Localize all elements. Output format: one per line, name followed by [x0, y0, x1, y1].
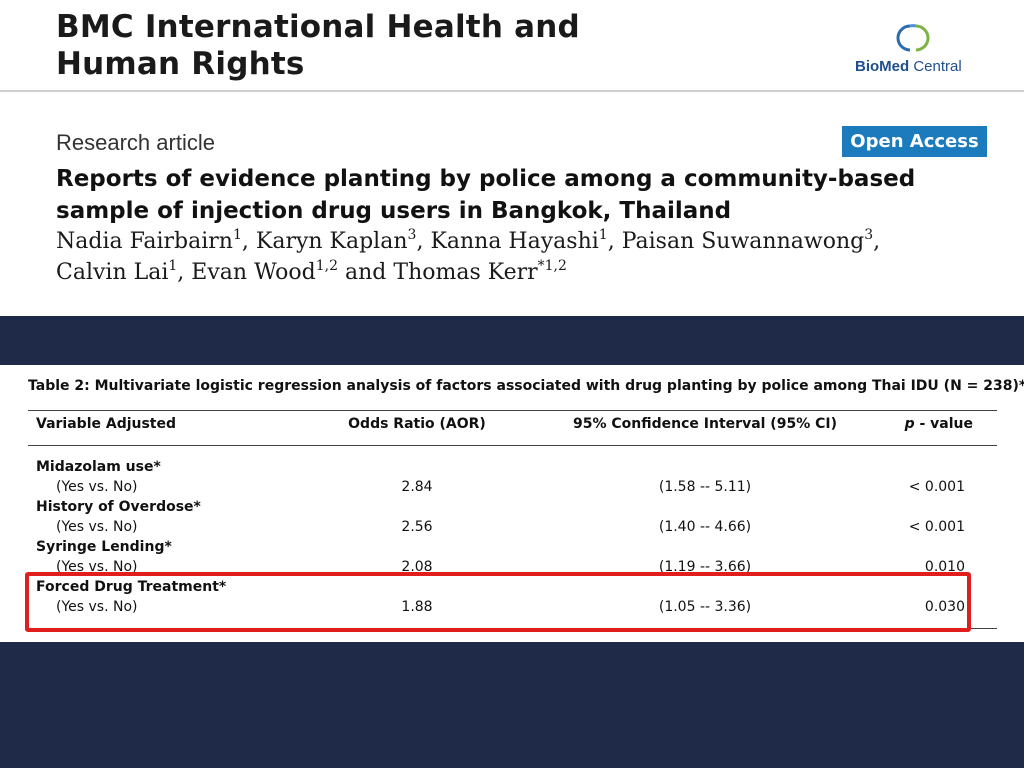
row-ci: (1.05 -- 3.36) [658, 599, 752, 615]
journal-title-line1: BMC International Health and [56, 9, 580, 45]
author-affiliation: 1 [168, 258, 178, 274]
header-confidence-interval: 95% Confidence Interval (95% CI) [573, 416, 837, 432]
author-name: Calvin Lai [56, 260, 169, 285]
header-variable: Variable Adjusted [36, 416, 177, 432]
table-header-rule [28, 445, 997, 446]
author-name: Evan Wood [191, 260, 316, 285]
row-comparison: (Yes vs. No) [56, 599, 138, 615]
author-separator: , [177, 260, 192, 285]
journal-title-line2: Human Rights [56, 46, 305, 82]
author-affiliation: 1 [598, 227, 608, 243]
author-name: Thomas Kerr [393, 260, 538, 285]
author-name: Karyn Kaplan [255, 229, 408, 254]
author-affiliation: 1 [232, 227, 242, 243]
row-p-value: 0.030 [924, 599, 965, 615]
journal-title: BMC International Health and Human Right… [56, 9, 580, 83]
header-p-italic: p [904, 416, 915, 432]
header-p-value: p - value [905, 415, 973, 433]
author-separator: , [873, 229, 881, 254]
author-name: Nadia Fairbairn [56, 229, 233, 254]
header-p-rest: - value [914, 416, 973, 432]
regression-table-panel: Table 2: Multivariate logistic regressio… [0, 365, 1024, 642]
author-separator: , [416, 229, 431, 254]
article-title-line1: Reports of evidence planting by police a… [56, 166, 916, 192]
author-separator: , [607, 229, 622, 254]
publisher-light: Central [909, 58, 962, 75]
header-divider [0, 90, 1024, 92]
row-aor: 1.88 [401, 599, 433, 615]
author-name: Kanna Hayashi [430, 229, 599, 254]
row-comparison: (Yes vs. No) [56, 519, 138, 535]
row-variable: Forced Drug Treatment* [36, 579, 227, 595]
author-affiliation: 1,2 [315, 258, 339, 274]
row-aor: 2.56 [401, 519, 433, 535]
row-p-value: < 0.001 [908, 519, 965, 535]
biomed-central-logo: BioMed Central [852, 22, 976, 78]
table-bottom-rule [28, 628, 997, 629]
table-caption: Table 2: Multivariate logistic regressio… [28, 378, 1024, 394]
article-title-line2: sample of injection drug users in Bangko… [56, 198, 732, 224]
row-ci: (1.58 -- 5.11) [658, 479, 752, 495]
row-comparison: (Yes vs. No) [56, 479, 138, 495]
biomed-central-emblem-icon [896, 24, 930, 52]
author-and: and [338, 260, 394, 285]
row-aor: 2.08 [401, 559, 433, 575]
article-header-panel: BMC International Health and Human Right… [0, 0, 1024, 316]
author-affiliation: *1,2 [537, 258, 567, 274]
author-line2: Calvin Lai1, Evan Wood1,2 and Thomas Ker… [56, 257, 956, 288]
row-variable: Syringe Lending* [36, 539, 172, 555]
row-ci: (1.19 -- 3.66) [658, 559, 752, 575]
row-variable: Midazolam use* [36, 459, 161, 475]
article-title: Reports of evidence planting by police a… [56, 163, 956, 227]
row-comparison: (Yes vs. No) [56, 559, 138, 575]
row-ci: (1.40 -- 4.66) [658, 519, 752, 535]
open-access-badge: Open Access [842, 126, 987, 157]
biomed-central-wordmark: BioMed Central [855, 58, 962, 75]
article-type: Research article [56, 130, 215, 155]
author-affiliation: 3 [864, 227, 874, 243]
author-name: Paisan Suwannawong [621, 229, 865, 254]
row-p-value: 0.010 [924, 559, 965, 575]
row-p-value: < 0.001 [908, 479, 965, 495]
author-separator: , [241, 229, 256, 254]
publisher-bold: BioMed [855, 58, 910, 75]
author-list: Nadia Fairbairn1, Karyn Kaplan3, Kanna H… [56, 226, 956, 288]
header-odds-ratio: Odds Ratio (AOR) [348, 416, 486, 432]
table-top-rule [28, 410, 997, 411]
row-aor: 2.84 [401, 479, 433, 495]
row-variable: History of Overdose* [36, 499, 201, 515]
author-line1: Nadia Fairbairn1, Karyn Kaplan3, Kanna H… [56, 226, 956, 257]
